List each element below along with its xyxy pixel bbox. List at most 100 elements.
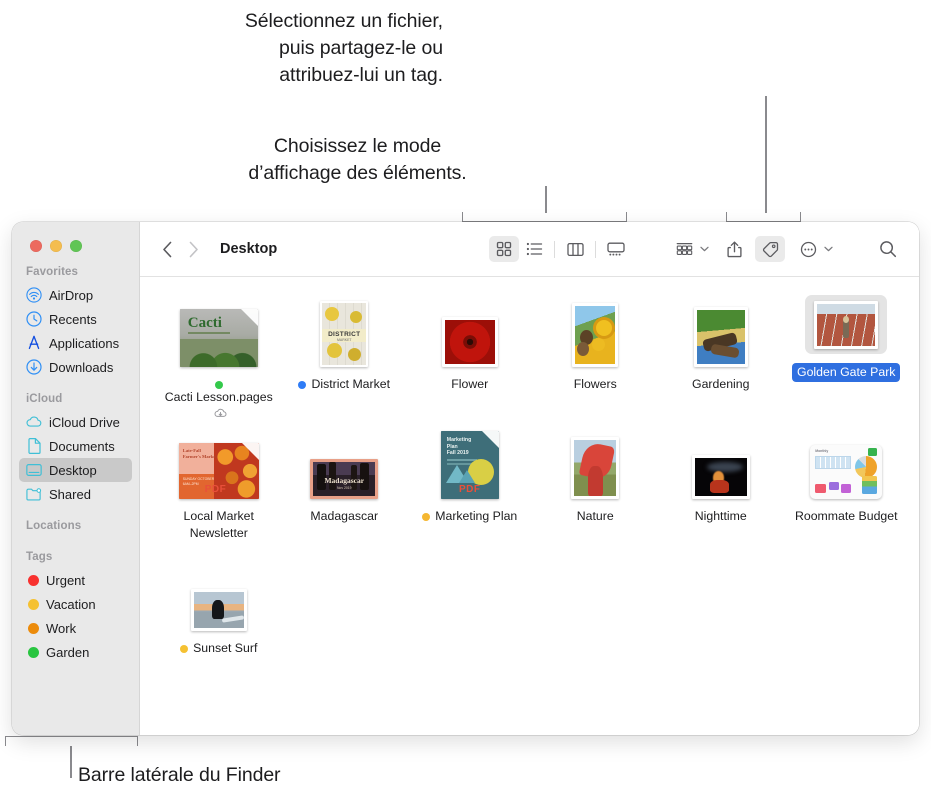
file-name-row: Roommate Budget [795,508,898,525]
applications-icon [26,335,42,351]
file-name-label[interactable]: Cacti Lesson.pages [165,389,273,406]
file-icon-grid[interactable]: Cacti Cacti Lesson.pages DISTRICT MARKET… [140,277,919,735]
file-name-row: Flower [451,376,488,393]
sidebar-group-header: Tags [26,551,53,563]
file-name-label[interactable]: Golden Gate Park [792,363,901,382]
file-item[interactable]: Sunset Surf [156,555,282,687]
file-name-label[interactable]: Roommate Budget [795,508,898,525]
back-button[interactable] [154,236,180,262]
file-thumbnail[interactable] [688,295,754,367]
gallery-view-button[interactable] [601,236,631,262]
file-name-label[interactable]: Local Market Newsletter [160,508,278,541]
sidebar-item-label: Garden [46,644,90,660]
sidebar-item-label: Applications [49,335,120,351]
zoom-button[interactable] [70,240,82,252]
sidebar-item-garden[interactable]: Garden [19,640,132,664]
file-name-label[interactable]: Nature [577,508,614,525]
tag-button[interactable] [755,236,785,262]
sidebar-item-label: Shared [49,486,91,502]
file-thumbnail[interactable]: DISTRICT MARKET [314,295,374,367]
sidebar-item-applications[interactable]: Applications [19,331,132,355]
file-thumbnail[interactable]: Late-Fall Farmer's Market SUNDAY OCTOBER 6… [173,427,265,499]
sidebar-group-header: Locations [26,520,82,532]
sidebar-group-favorites: Favorites AirDrop Recents Applications D… [12,266,139,379]
file-name-row: Marketing Plan [422,508,517,525]
file-thumbnail[interactable]: Cacti [174,295,264,367]
screenshot-root: Sélectionnez un fichier, puis partagez-l… [0,0,931,806]
file-item[interactable]: Flower [407,291,533,423]
file-thumbnail[interactable]: Monthly [804,427,888,499]
file-name-label[interactable]: Gardening [692,376,749,393]
file-item[interactable]: Marketing Plan Fall 2019 PDF Marketing Pla… [407,423,533,555]
file-thumbnail[interactable] [686,427,756,499]
minimize-button[interactable] [50,240,62,252]
file-item[interactable]: Gardening [658,291,784,423]
sidebar-item-downloads[interactable]: Downloads [19,355,132,379]
file-name-label[interactable]: Flowers [574,376,617,393]
file-item[interactable]: Nature [533,423,659,555]
sidebar-item-work[interactable]: Work [19,616,132,640]
callout-view-mode-bracket [462,212,627,222]
forward-button[interactable] [180,236,206,262]
file-name-row: Madagascar [310,508,378,525]
file-item[interactable]: Golden Gate Park [784,291,910,423]
sidebar-group-locations: Locations [12,520,139,537]
sidebar-item-shared[interactable]: Shared [19,482,132,506]
icloud-download-icon[interactable] [214,405,227,422]
sidebar-item-documents[interactable]: Documents [19,434,132,458]
more-actions-chevron-down-icon[interactable] [824,246,833,252]
group-by-chevron-down-icon[interactable] [700,246,709,252]
file-thumbnail[interactable]: Madagascar Nov 2019 [304,427,384,499]
file-item[interactable]: Flowers [533,291,659,423]
sidebar-item-airdrop[interactable]: AirDrop [19,283,132,307]
sidebar-group-tags: Tags Urgent Vacation Work Garden [12,551,139,664]
column-view-button[interactable] [560,236,590,262]
file-item[interactable]: Madagascar Nov 2019 Madagascar [282,423,408,555]
file-thumbnail[interactable]: Marketing Plan Fall 2019 PDF [435,427,505,499]
file-thumbnail[interactable] [565,427,625,499]
close-button[interactable] [30,240,42,252]
finder-sidebar: Favorites AirDrop Recents Applications D… [12,222,140,735]
callout-sidebar-text: Barre latérale du Finder [78,764,281,786]
file-item[interactable]: Cacti Cacti Lesson.pages [156,291,282,423]
file-item[interactable]: Monthly Roommate Budget [784,423,910,555]
file-thumbnail[interactable] [436,295,504,367]
sidebar-item-desktop[interactable]: Desktop [19,458,132,482]
file-item[interactable]: Nighttime [658,423,784,555]
list-view-button[interactable] [519,236,549,262]
file-name-row: Cacti Lesson.pages [160,376,278,422]
action-group [669,236,903,262]
file-thumbnail[interactable] [566,295,624,367]
sidebar-group-header: Favorites [26,266,79,278]
sidebar-item-label: Urgent [46,572,86,588]
share-button[interactable] [719,236,749,262]
view-mode-group [489,236,631,262]
file-name-label[interactable]: Flower [451,376,488,393]
file-name-label[interactable]: Madagascar [310,508,378,525]
sidebar-item-label: iCloud Drive [49,414,120,430]
more-actions-button[interactable] [793,236,823,262]
sidebar-item-icloud-drive[interactable]: iCloud Drive [19,410,132,434]
sidebar-item-recents[interactable]: Recents [19,307,132,331]
file-name-label[interactable]: Nighttime [695,508,747,525]
file-thumbnail[interactable] [185,559,253,631]
callout-sidebar-line [70,746,72,778]
sidebar-item-label: Recents [49,311,97,327]
group-by-button[interactable] [669,236,699,262]
file-name-label[interactable]: Marketing Plan [435,508,517,525]
file-item[interactable]: Late-Fall Farmer's Market SUNDAY OCTOBER 6… [156,423,282,555]
file-name-label[interactable]: Sunset Surf [193,640,257,657]
file-tag-dot-icon [298,380,307,389]
sidebar-item-vacation[interactable]: Vacation [19,592,132,616]
sidebar-item-label: AirDrop [49,287,94,303]
search-button[interactable] [873,236,903,262]
file-name-label[interactable]: District Market [311,376,390,393]
file-tag-dot-icon [214,380,223,389]
file-item[interactable]: DISTRICT MARKET District Market [282,291,408,423]
window-traffic-lights [12,222,139,252]
sidebar-item-urgent[interactable]: Urgent [19,568,132,592]
tag-color-dot-icon [28,646,39,658]
file-tag-dot-icon [422,512,431,521]
icon-view-button[interactable] [489,236,519,262]
file-thumbnail[interactable] [805,295,888,354]
